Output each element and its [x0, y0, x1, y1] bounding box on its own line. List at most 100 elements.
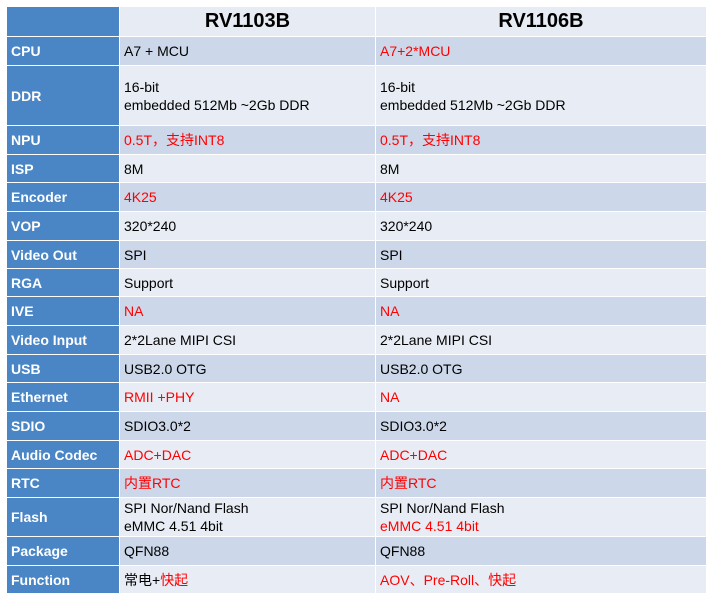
- cell-text: ADC+DAC: [124, 446, 192, 463]
- row-label: CPU: [6, 36, 120, 66]
- cell-text: SPI Nor/Nand Flash: [380, 500, 505, 516]
- cell-rv1103b: SDIO3.0*2: [119, 411, 376, 441]
- row-label: Package: [6, 536, 120, 566]
- cell-rv1106b: 8M: [375, 154, 707, 183]
- table-header-row: RV1103B RV1106B: [6, 6, 707, 37]
- cell-text: 快起: [160, 571, 189, 588]
- cell-text: RMII +PHY: [124, 389, 195, 405]
- cell-text: 4K25: [380, 189, 413, 205]
- cell-rv1106b: 内置RTC: [375, 468, 707, 498]
- cell-rv1106b: SPI Nor/Nand Flash eMMC 4.51 4bit: [375, 497, 707, 537]
- row-label: RGA: [6, 268, 120, 297]
- header-rv1103b: RV1103B: [119, 6, 376, 37]
- cell-text: USB2.0 OTG: [380, 360, 463, 377]
- cell-text: NA: [380, 303, 400, 319]
- table-row: NPU 0.5T，支持INT8 0.5T，支持INT8: [6, 125, 707, 155]
- table-body: CPU A7 + MCU A7+2*MCU DDR 16-bit embedded 512…: [6, 36, 707, 594]
- cell-rv1103b: 2*2Lane MIPI CSI: [119, 325, 376, 355]
- table-row: Function 常电+快起 AOV、Pre-Roll、快起: [6, 565, 707, 594]
- table-row: Package QFN88 QFN88: [6, 536, 707, 566]
- cell-rv1106b: SDIO3.0*2: [375, 411, 707, 441]
- cell-rv1103b: USB2.0 OTG: [119, 354, 376, 383]
- cell-rv1103b: A7 + MCU: [119, 36, 376, 66]
- table-row: Audio Codec ADC+DAC ADC+DAC: [6, 440, 707, 469]
- cell-rv1106b: 2*2Lane MIPI CSI: [375, 325, 707, 355]
- cell-rv1106b: NA: [375, 382, 707, 412]
- row-label: Function: [6, 565, 120, 594]
- cell-text: 0.5T，支持INT8: [124, 132, 225, 148]
- table-row: RTC 内置RTC 内置RTC: [6, 468, 707, 498]
- cell-rv1106b: Support: [375, 268, 707, 297]
- spec-comparison-table: RV1103B RV1106B CPU A7 + MCU A7+2*MCU DDR 16…: [6, 6, 707, 594]
- row-label: ISP: [6, 154, 120, 183]
- cell-text: AOV、Pre-Roll、快起: [380, 571, 517, 588]
- cell-rv1106b: 0.5T，支持INT8: [375, 125, 707, 155]
- cell-text: SDIO3.0*2: [124, 418, 191, 434]
- cell-text: A7+2*MCU: [380, 43, 451, 59]
- cell-text: SDIO3.0*2: [380, 418, 447, 434]
- cell-rv1103b: RMII +PHY: [119, 382, 376, 412]
- cell-text: eMMC 4.51 4bit: [124, 518, 223, 534]
- cell-rv1103b: 4K25: [119, 182, 376, 212]
- cell-text: SPI: [380, 246, 403, 263]
- cell-text: Support: [124, 274, 174, 291]
- cell-text: USB2.0 OTG: [124, 360, 207, 377]
- table-row: IVE NA NA: [6, 296, 707, 326]
- cell-rv1103b: SPI Nor/Nand Flash eMMC 4.51 4bit: [119, 497, 376, 537]
- table-row: Video Input 2*2Lane MIPI CSI 2*2Lane MIPI …: [6, 325, 707, 355]
- cell-rv1106b: SPI: [375, 240, 707, 269]
- cell-text: NA: [380, 389, 400, 405]
- row-label: VOP: [6, 211, 120, 241]
- table-row: Video Out SPI SPI: [6, 240, 707, 269]
- cell-text: 内置RTC: [380, 475, 437, 491]
- cell-rv1103b: 0.5T，支持INT8: [119, 125, 376, 155]
- table-row: USB USB2.0 OTG USB2.0 OTG: [6, 354, 707, 383]
- cell-rv1106b: AOV、Pre-Roll、快起: [375, 565, 707, 594]
- table-row: SDIO SDIO3.0*2 SDIO3.0*2: [6, 411, 707, 441]
- row-label: Flash: [6, 497, 120, 537]
- cell-rv1103b: Support: [119, 268, 376, 297]
- row-label: SDIO: [6, 411, 120, 441]
- row-label: NPU: [6, 125, 120, 155]
- table-row: CPU A7 + MCU A7+2*MCU: [6, 36, 707, 66]
- row-label: Video Input: [6, 325, 120, 355]
- table-row: ISP 8M 8M: [6, 154, 707, 183]
- cell-rv1106b: ADC+DAC: [375, 440, 707, 469]
- table-row: VOP 320*240 320*240: [6, 211, 707, 241]
- cell-rv1103b: QFN88: [119, 536, 376, 566]
- row-label: IVE: [6, 296, 120, 326]
- cell-text: 0.5T，支持INT8: [380, 132, 481, 148]
- cell-rv1106b: NA: [375, 296, 707, 326]
- header-corner-cell: [6, 6, 120, 37]
- row-label: Ethernet: [6, 382, 120, 412]
- cell-rv1103b: 常电+快起: [119, 565, 376, 594]
- cell-text: NA: [124, 303, 144, 319]
- cell-text: 4K25: [124, 189, 157, 205]
- row-label: USB: [6, 354, 120, 383]
- cell-text: 内置RTC: [124, 475, 181, 491]
- cell-rv1103b: 8M: [119, 154, 376, 183]
- cell-text: 常电+: [124, 571, 161, 588]
- cell-text: embedded 512Mb ~2Gb DDR: [124, 96, 310, 113]
- header-rv1106b: RV1106B: [375, 6, 707, 37]
- comparison-table-wrapper: RV1103B RV1106B CPU A7 + MCU A7+2*MCU DDR 16…: [6, 6, 707, 594]
- table-row: Ethernet RMII +PHY NA: [6, 382, 707, 412]
- cell-text: QFN88: [124, 543, 170, 559]
- cell-text: 16-bit: [124, 78, 160, 95]
- cell-rv1106b: A7+2*MCU: [375, 36, 707, 66]
- cell-rv1106b: QFN88: [375, 536, 707, 566]
- cell-rv1103b: NA: [119, 296, 376, 326]
- cell-text: 320*240: [380, 218, 433, 234]
- cell-rv1106b: USB2.0 OTG: [375, 354, 707, 383]
- cell-text: QFN88: [380, 543, 426, 559]
- cell-text: A7 + MCU: [124, 43, 189, 59]
- cell-rv1106b: 16-bit embedded 512Mb ~2Gb DDR: [375, 65, 707, 126]
- table-row: Encoder 4K25 4K25: [6, 182, 707, 212]
- cell-text: eMMC 4.51 4bit: [380, 518, 479, 534]
- table-row: DDR 16-bit embedded 512Mb ~2Gb DDR 16-bit em…: [6, 65, 707, 126]
- cell-rv1103b: 内置RTC: [119, 468, 376, 498]
- cell-text: Support: [380, 274, 430, 291]
- row-label: Audio Codec: [6, 440, 120, 469]
- cell-text: embedded 512Mb ~2Gb DDR: [380, 96, 566, 113]
- cell-text: 2*2Lane MIPI CSI: [380, 332, 493, 348]
